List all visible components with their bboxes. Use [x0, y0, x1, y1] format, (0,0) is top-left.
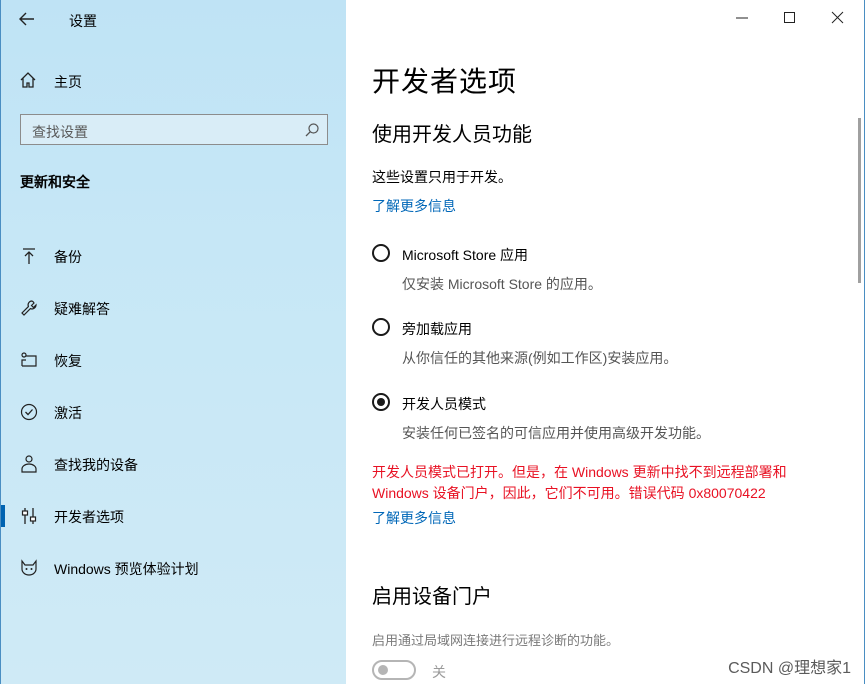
sidebar-item-backup[interactable]: 备份	[1, 236, 347, 276]
device-portal-toggle[interactable]	[372, 660, 416, 680]
check-circle-icon	[19, 402, 39, 422]
title-bar: 设置	[1, 0, 347, 38]
back-arrow-icon[interactable]	[17, 9, 37, 29]
radio-button[interactable]	[372, 244, 390, 262]
close-button[interactable]	[818, 4, 858, 32]
sidebar-item-label: 备份	[54, 249, 82, 265]
wrench-icon	[19, 298, 39, 318]
option-description: 从你信任的其他来源(例如工作区)安装应用。	[402, 350, 678, 366]
app-title: 设置	[69, 13, 97, 29]
radio-label: 开发人员模式	[402, 396, 486, 412]
device-portal-title: 启用设备门户	[372, 586, 492, 608]
toggle-state-label: 关	[432, 664, 446, 680]
radio-button[interactable]	[372, 318, 390, 336]
sidebar-item-label: 激活	[54, 405, 82, 421]
developer-sliders-icon	[19, 506, 39, 526]
sidebar: 设置 主页 查找设置 更新和安全 备份 疑难解答 恢复 激活 查找我的设备 开发…	[0, 0, 346, 684]
error-message: 开发人员模式已打开。但是，在 Windows 更新中找不到远程部署和 Windo…	[372, 464, 787, 501]
maximize-button[interactable]	[770, 4, 810, 32]
search-icon[interactable]	[304, 122, 320, 138]
sidebar-item-label: 开发者选项	[54, 509, 124, 525]
option-description: 安装任何已签名的可信应用并使用高级开发功能。	[402, 425, 710, 441]
insider-cat-icon	[19, 558, 39, 578]
radio-button-checked[interactable]	[372, 393, 390, 411]
sidebar-section-title: 更新和安全	[20, 174, 90, 190]
scrollbar[interactable]	[858, 118, 861, 283]
page-title: 开发者选项	[372, 66, 518, 97]
sidebar-item-home[interactable]: 主页	[1, 66, 347, 96]
sidebar-item-label: 疑难解答	[54, 301, 110, 317]
recovery-icon	[19, 350, 39, 370]
close-icon	[831, 11, 844, 24]
radio-label: Microsoft Store 应用	[402, 247, 529, 263]
sidebar-item-label: 恢复	[54, 353, 82, 369]
home-icon	[19, 71, 37, 89]
option-description: 仅安装 Microsoft Store 的应用。	[402, 276, 602, 292]
sidebar-item-recovery[interactable]: 恢复	[1, 340, 347, 380]
person-location-icon	[19, 454, 39, 474]
sidebar-item-label: 查找我的设备	[54, 457, 138, 473]
sidebar-item-label: Windows 预览体验计划	[54, 561, 199, 577]
watermark: CSDN @理想家1	[728, 660, 851, 677]
sidebar-item-find-device[interactable]: 查找我的设备	[1, 444, 347, 484]
minimize-button[interactable]	[722, 4, 762, 32]
main-content: 开发者选项 使用开发人员功能 这些设置只用于开发。 了解更多信息 Microso…	[346, 0, 865, 684]
intro-text: 这些设置只用于开发。	[372, 169, 512, 185]
sidebar-item-developer-options[interactable]: 开发者选项	[1, 496, 347, 536]
option-store-apps[interactable]: Microsoft Store 应用	[372, 243, 772, 267]
section-title: 使用开发人员功能	[372, 124, 532, 146]
sidebar-item-activation[interactable]: 激活	[1, 392, 347, 432]
maximize-icon	[784, 12, 795, 23]
minimize-icon	[736, 17, 748, 19]
backup-arrow-icon	[19, 246, 39, 266]
sidebar-item-troubleshoot[interactable]: 疑难解答	[1, 288, 347, 328]
sidebar-item-windows-insider[interactable]: Windows 预览体验计划	[1, 548, 347, 588]
search-input[interactable]: 查找设置	[20, 114, 328, 145]
radio-label: 旁加载应用	[402, 321, 472, 337]
sidebar-item-label: 主页	[54, 74, 82, 90]
search-placeholder: 查找设置	[32, 124, 88, 140]
learn-more-link-2[interactable]: 了解更多信息	[372, 508, 456, 528]
learn-more-link[interactable]: 了解更多信息	[372, 196, 456, 216]
option-sideload-apps[interactable]: 旁加载应用	[372, 317, 772, 341]
device-portal-description: 启用通过局域网连接进行远程诊断的功能。	[372, 633, 620, 648]
option-developer-mode[interactable]: 开发人员模式	[372, 392, 772, 416]
settings-window: 设置 主页 查找设置 更新和安全 备份 疑难解答 恢复 激活 查找我的设备 开发…	[0, 0, 865, 684]
